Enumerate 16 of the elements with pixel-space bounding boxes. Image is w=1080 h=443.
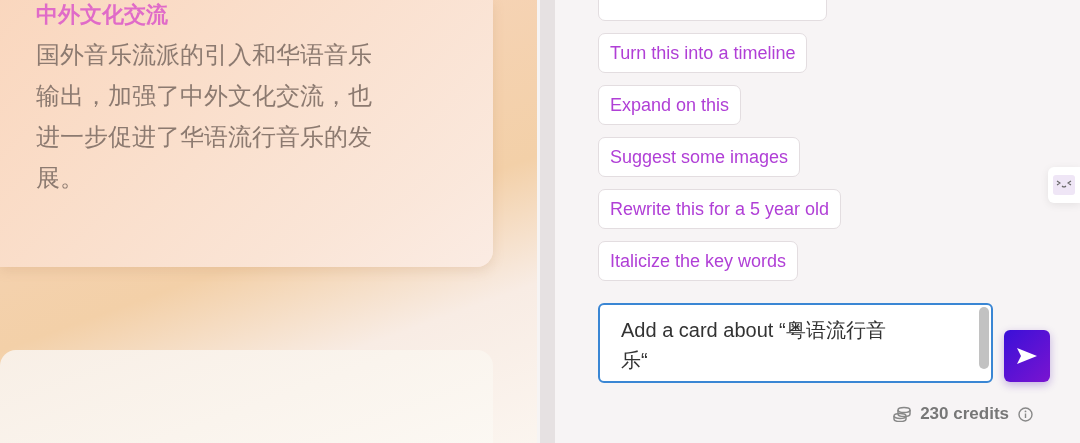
scrollbar-thumb[interactable]: [979, 307, 989, 369]
assistant-widget[interactable]: [1048, 167, 1080, 203]
suggestion-chip[interactable]: Italicize the key words: [598, 241, 799, 281]
suggestion-chip[interactable]: Turn this into a timeline: [598, 33, 808, 73]
credits-count: 230 credits: [920, 404, 1009, 424]
face-icon: [1052, 174, 1076, 196]
card-title: 中外文化交流: [36, 1, 169, 29]
card-body-text: 国外音乐流派的引入和华语音乐输出，加强了中外文化交流，也进一步促进了华语流行音乐的发展。: [36, 40, 373, 193]
suggestion-chip[interactable]: Rewrite this for a 5 year old: [598, 189, 842, 229]
suggestion-chip[interactable]: Expand on this: [598, 85, 742, 125]
send-icon: [1017, 348, 1037, 364]
prompt-field[interactable]: Add a card about “粤语流行音乐“: [598, 303, 993, 383]
coins-icon: [893, 406, 912, 422]
send-button[interactable]: [1004, 330, 1050, 382]
info-icon[interactable]: [1018, 406, 1033, 422]
suggestion-chip[interactable]: Suggest some images: [598, 137, 801, 177]
